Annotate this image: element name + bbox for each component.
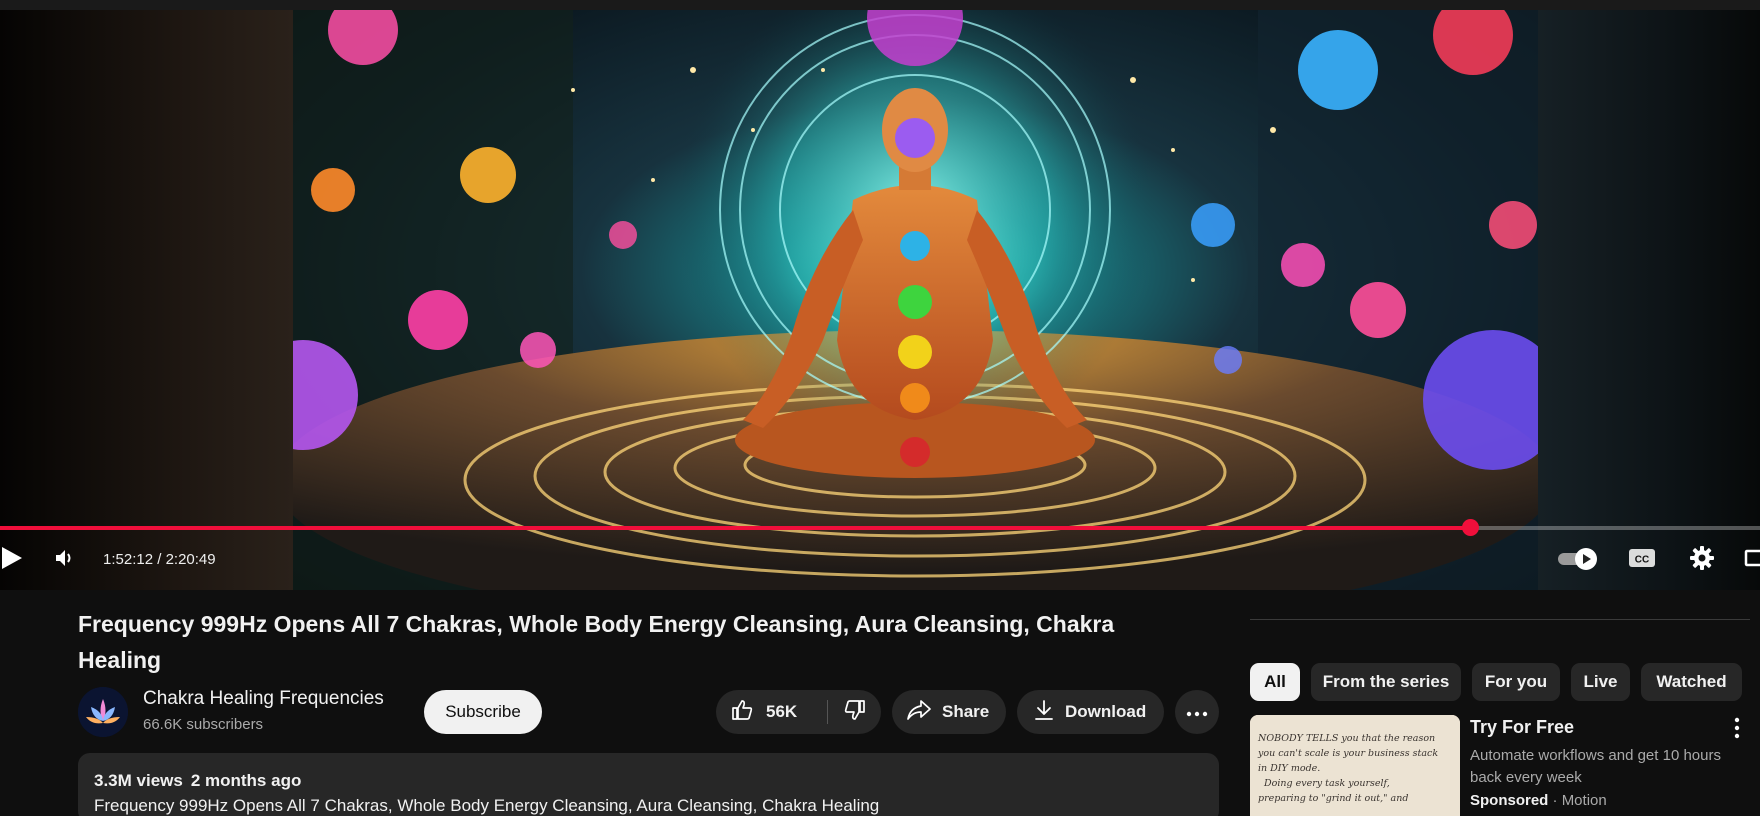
chip-for-you[interactable]: For you xyxy=(1472,663,1560,701)
time-display: 1:52:12 / 2:20:49 xyxy=(103,538,216,582)
download-button[interactable]: Download xyxy=(1017,690,1164,734)
captions-icon: CC xyxy=(1628,547,1656,574)
volume-icon xyxy=(53,546,77,575)
ad-meta: Sponsored · Motion xyxy=(1470,792,1607,809)
share-button[interactable]: Share xyxy=(892,690,1006,734)
like-count: 56K xyxy=(766,702,798,721)
play-button[interactable] xyxy=(0,538,26,582)
time-separator: / xyxy=(153,551,166,568)
svg-text:CC: CC xyxy=(1635,554,1649,565)
chip-from-the-series[interactable]: From the series xyxy=(1311,663,1461,701)
video-artwork xyxy=(293,10,1538,590)
player-controls: 1:52:12 / 2:20:49 CC xyxy=(0,538,1760,582)
ambient-glow-left xyxy=(0,10,293,590)
description-box[interactable]: 3.3M views 2 months ago Frequency 999Hz O… xyxy=(78,753,1219,816)
description-meta: 3.3M views 2 months ago xyxy=(94,771,301,791)
ad-thumb-line-2: you can't scale is your business stack xyxy=(1257,748,1438,759)
ad-thumb-line-3: in DIY mode. xyxy=(1258,763,1320,774)
ad-more-button[interactable] xyxy=(1725,716,1749,744)
autoplay-toggle[interactable] xyxy=(1553,538,1603,582)
ad-thumb-line-1: NOBODY TELLS you that the reason xyxy=(1257,733,1435,744)
chip-live[interactable]: Live xyxy=(1571,663,1630,701)
upload-age: 2 months ago xyxy=(190,771,302,790)
sponsored-label: Sponsored xyxy=(1470,792,1549,809)
ad-thumb-line-5: preparing to "grind it out," and xyxy=(1258,793,1408,804)
miniplayer-icon xyxy=(1744,547,1760,574)
settings-gear-icon xyxy=(1689,545,1715,576)
share-arrow-icon xyxy=(906,699,932,726)
play-icon xyxy=(2,546,24,575)
dislike-button[interactable] xyxy=(828,690,881,734)
current-time: 1:52:12 xyxy=(103,551,154,568)
duration: 2:20:49 xyxy=(165,551,216,568)
captions-button[interactable]: CC xyxy=(1625,538,1659,582)
share-label: Share xyxy=(942,702,990,721)
chip-all[interactable]: All xyxy=(1250,663,1300,701)
more-horiz-icon xyxy=(1186,702,1208,722)
more-actions-button[interactable] xyxy=(1175,690,1219,734)
progress-played xyxy=(0,526,1470,530)
ad-meta-separator: · xyxy=(1548,792,1562,809)
ad-thumb-line-4: Doing every task yourself, xyxy=(1263,778,1390,789)
channel-avatar[interactable] xyxy=(78,687,128,737)
miniplayer-button[interactable] xyxy=(1744,538,1760,582)
description-text: Frequency 999Hz Opens All 7 Chakras, Who… xyxy=(94,796,880,815)
video-title: Frequency 999Hz Opens All 7 Chakras, Who… xyxy=(78,611,1115,673)
download-label: Download xyxy=(1065,702,1147,721)
thumbs-down-icon xyxy=(843,698,867,727)
thumbs-up-icon xyxy=(730,698,754,727)
ad-title[interactable]: Try For Free xyxy=(1470,717,1574,738)
like-dislike-group: 56K xyxy=(716,690,881,734)
player-top-edge xyxy=(0,0,1760,10)
video-player[interactable]: 1:52:12 / 2:20:49 CC xyxy=(0,0,1760,590)
progress-bar[interactable] xyxy=(0,526,1760,530)
chip-watched[interactable]: Watched xyxy=(1641,663,1742,701)
download-icon xyxy=(1033,699,1055,726)
view-count: 3.3M views xyxy=(94,771,183,790)
settings-button[interactable] xyxy=(1685,538,1719,582)
subscribe-button[interactable]: Subscribe xyxy=(424,690,542,734)
ad-thumbnail[interactable]: NOBODY TELLS you that the reason you can… xyxy=(1250,715,1460,816)
like-button[interactable]: 56K xyxy=(716,690,828,734)
ad-description: Automate workflows and get 10 hours back… xyxy=(1470,747,1721,786)
advertiser-name: Motion xyxy=(1561,792,1607,809)
video-frame[interactable] xyxy=(293,10,1538,590)
progress-scrubber-handle[interactable] xyxy=(1462,519,1479,536)
subscriber-count: 66.6K subscribers xyxy=(143,716,264,733)
channel-name[interactable]: Chakra Healing Frequencies xyxy=(143,688,384,710)
sidebar-divider xyxy=(1250,619,1750,620)
mute-button[interactable] xyxy=(50,538,80,582)
more-vert-icon xyxy=(1734,717,1740,744)
autoplay-toggle-icon xyxy=(1556,546,1600,575)
ambient-glow-right xyxy=(1538,10,1760,590)
